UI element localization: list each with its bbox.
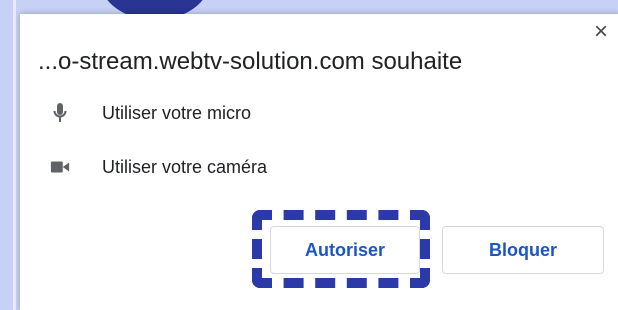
allow-button[interactable]: Autoriser — [270, 226, 420, 274]
block-button[interactable]: Bloquer — [442, 226, 604, 274]
left-edge-strip — [13, 0, 16, 310]
dialog-title: ...o-stream.webtv-solution.com souhaite — [38, 48, 463, 75]
camera-icon — [50, 156, 70, 178]
microphone-icon — [50, 102, 70, 124]
permission-row-camera: Utiliser votre caméra — [50, 156, 267, 178]
permission-label-microphone: Utiliser votre micro — [102, 102, 252, 123]
permission-row-microphone: Utiliser votre micro — [50, 102, 251, 124]
close-button[interactable]: × — [594, 20, 608, 44]
permission-label-camera: Utiliser votre caméra — [102, 156, 268, 177]
